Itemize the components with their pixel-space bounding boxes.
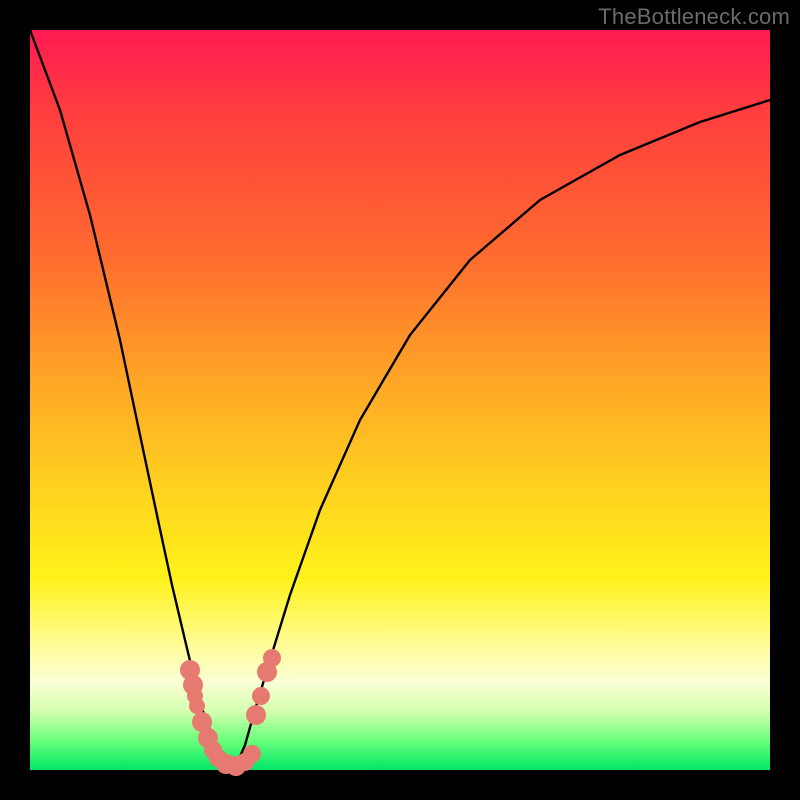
highlight-dot xyxy=(252,687,270,705)
highlight-dot xyxy=(243,745,261,763)
chart-frame: TheBottleneck.com xyxy=(0,0,800,800)
watermark-text: TheBottleneck.com xyxy=(598,4,790,30)
highlight-dot xyxy=(246,705,266,725)
right-curve xyxy=(236,100,770,766)
left-curve xyxy=(30,30,236,766)
chart-svg xyxy=(30,30,770,770)
curve-layer xyxy=(30,30,770,766)
highlight-dot xyxy=(263,649,281,667)
highlight-dot xyxy=(189,698,205,714)
highlight-dots xyxy=(180,649,281,776)
